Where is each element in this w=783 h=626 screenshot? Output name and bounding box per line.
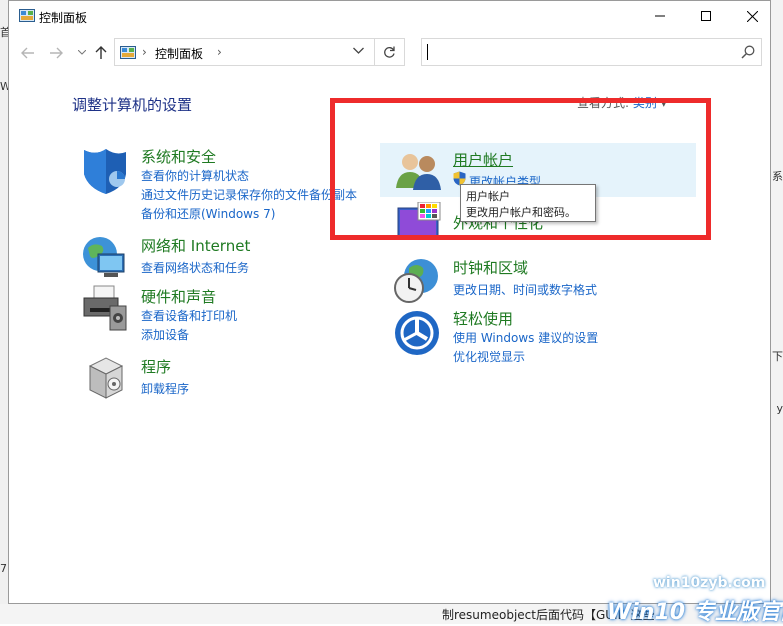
category-link[interactable]: 卸载程序: [141, 380, 189, 397]
background-right-strip: 系 下 y: [771, 0, 783, 624]
watermark-site: win10zyb.com: [653, 575, 766, 591]
maximize-icon: [701, 11, 711, 21]
close-icon: [746, 10, 758, 22]
category-link[interactable]: 查看你的计算机状态: [141, 167, 249, 184]
arrow-left-icon: [21, 47, 34, 59]
ease-of-access-icon: [395, 311, 439, 355]
shield-icon: [84, 149, 126, 194]
minimize-button[interactable]: [637, 1, 683, 31]
background-fragment: y: [776, 402, 783, 415]
arrow-right-icon: [50, 47, 63, 59]
category-link[interactable]: 备份和还原(Windows 7): [141, 205, 275, 222]
control-panel-icon: [19, 9, 35, 22]
back-button[interactable]: [19, 44, 37, 62]
background-left-strip: 首 W 7: [0, 0, 11, 624]
close-button[interactable]: [729, 1, 775, 31]
category-title[interactable]: 时钟和区域: [453, 257, 528, 278]
category-link[interactable]: 使用 Windows 建议的设置: [453, 329, 598, 346]
category-link[interactable]: 优化视觉显示: [453, 348, 525, 365]
category-title[interactable]: 硬件和声音: [141, 286, 216, 307]
category-title[interactable]: 网络和 Internet: [141, 235, 250, 256]
navigation-bar: › 控制面板 ›: [9, 33, 770, 71]
annotation-highlight-box: [330, 98, 711, 240]
chevron-down-icon: [78, 50, 86, 55]
recent-locations-button[interactable]: [73, 44, 91, 62]
page-title: 调整计算机的设置: [72, 96, 193, 114]
background-fragment: 系: [772, 170, 783, 183]
minimize-icon: [655, 15, 665, 17]
arrow-up-icon: [95, 46, 107, 59]
watermark-brand: Win10 专业版官网: [607, 600, 783, 625]
printer-icon: [83, 285, 127, 331]
search-icon[interactable]: [741, 45, 755, 59]
category-title[interactable]: 程序: [141, 356, 171, 377]
search-input[interactable]: [421, 38, 762, 66]
up-button[interactable]: [92, 44, 110, 62]
category-link[interactable]: 通过文件历史记录保存你的文件备份副本: [141, 186, 357, 203]
category-link[interactable]: 查看网络状态和任务: [141, 259, 249, 276]
background-fragment: 7: [0, 562, 7, 575]
control-panel-icon: [120, 46, 136, 59]
window-title: 控制面板: [39, 11, 88, 25]
network-globe-icon: [83, 237, 125, 277]
category-link[interactable]: 查看设备和打印机: [141, 307, 237, 324]
programs-box-icon: [88, 357, 124, 399]
forward-button[interactable]: [47, 44, 65, 62]
refresh-icon: [384, 46, 395, 58]
refresh-button[interactable]: [375, 38, 405, 66]
breadcrumb[interactable]: 控制面板: [155, 45, 203, 62]
breadcrumb-chevron-icon[interactable]: ›: [142, 45, 147, 59]
maximize-button[interactable]: [683, 1, 729, 31]
category-link[interactable]: 更改日期、时间或数字格式: [453, 281, 597, 298]
category-title[interactable]: 轻松使用: [453, 308, 513, 329]
chevron-down-icon[interactable]: [353, 47, 364, 55]
category-title[interactable]: 系统和安全: [141, 146, 216, 167]
title-bar[interactable]: 控制面板: [9, 1, 770, 33]
background-fragment: 下: [772, 350, 783, 363]
breadcrumb-chevron-icon[interactable]: ›: [217, 45, 222, 59]
address-bar[interactable]: › 控制面板 ›: [114, 38, 375, 66]
clock-globe-icon: [394, 259, 438, 303]
text-caret: [427, 44, 428, 60]
category-link[interactable]: 添加设备: [141, 326, 189, 343]
